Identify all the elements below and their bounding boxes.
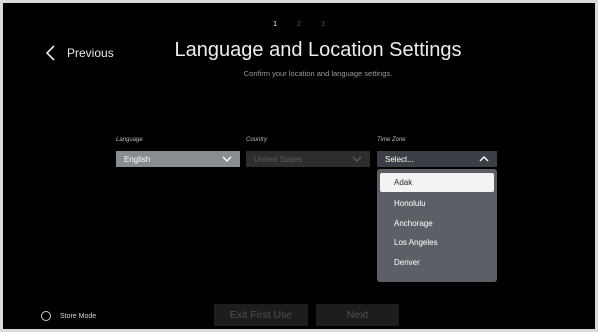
step-2: 2 xyxy=(297,21,301,28)
timezone-option-denver[interactable]: Denver xyxy=(380,253,494,273)
timezone-label: Time Zone xyxy=(377,137,406,143)
country-label: Country xyxy=(246,137,268,143)
chevron-down-icon xyxy=(222,156,232,162)
timezone-option-adak[interactable]: Adak xyxy=(380,173,494,192)
radio-icon xyxy=(41,311,51,321)
page-title: Language and Location Settings xyxy=(174,39,462,61)
language-select[interactable]: English xyxy=(116,151,240,167)
setup-screen: 1 2 3 Previous Language and Location Set… xyxy=(3,3,595,329)
timezone-select[interactable]: Select... xyxy=(377,151,497,167)
timezone-value: Select... xyxy=(385,154,414,164)
previous-label: Previous xyxy=(67,46,114,60)
timezone-option-anchorage[interactable]: Anchorage xyxy=(380,214,494,234)
store-mode-toggle[interactable]: Store Mode xyxy=(41,311,96,321)
store-mode-label: Store Mode xyxy=(60,312,97,320)
exit-first-use-button[interactable]: Exit First Use xyxy=(214,304,308,326)
chevron-up-icon xyxy=(479,156,489,162)
timezone-dropdown: Adak Honolulu Anchorage Los Angeles Denv… xyxy=(377,169,497,282)
language-label: Language xyxy=(116,137,143,143)
timezone-option-los-angeles[interactable]: Los Angeles xyxy=(380,233,494,253)
timezone-option-honolulu[interactable]: Honolulu xyxy=(380,194,494,214)
previous-button[interactable]: Previous xyxy=(43,42,114,64)
chevron-down-icon xyxy=(352,156,362,162)
chevron-left-icon xyxy=(43,42,57,64)
step-3: 3 xyxy=(321,21,325,28)
country-select: United States xyxy=(246,151,370,167)
language-value: English xyxy=(124,154,151,164)
next-button[interactable]: Next xyxy=(316,304,399,326)
country-value: United States xyxy=(254,154,303,164)
step-1: 1 xyxy=(273,21,277,28)
step-indicator: 1 2 3 xyxy=(3,21,595,28)
page-subtitle: Confirm your location and language setti… xyxy=(243,69,393,78)
